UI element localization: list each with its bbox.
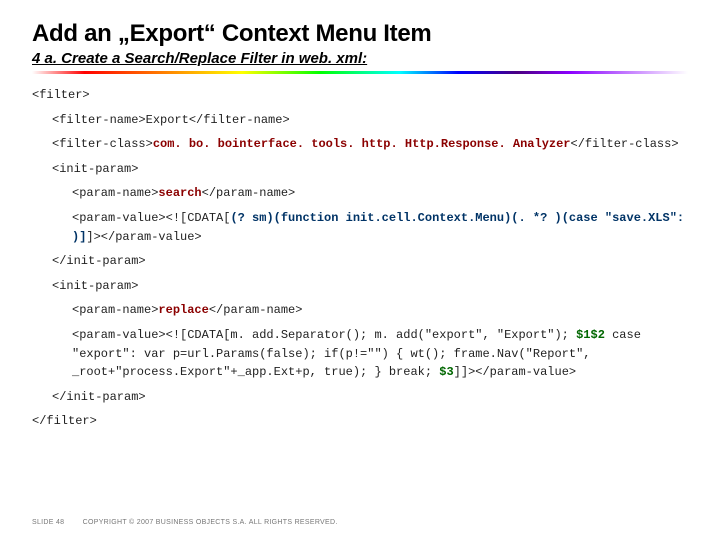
code-class: com. bo. bointerface. tools. http. Http.… bbox=[153, 137, 571, 151]
copyright: COPYRIGHT © 2007 BUSINESS OBJECTS S.A. A… bbox=[83, 519, 338, 526]
code-param: replace bbox=[158, 303, 208, 317]
code-text: <param-name> bbox=[72, 303, 158, 317]
footer: SLIDE 48 COPYRIGHT © 2007 BUSINESS OBJEC… bbox=[32, 519, 338, 526]
code-param: search bbox=[158, 186, 201, 200]
code-var: $1 bbox=[576, 328, 590, 342]
code-line: <init-param> bbox=[52, 277, 688, 296]
code-text: </filter-class> bbox=[571, 137, 679, 151]
code-text: </param-name> bbox=[202, 186, 296, 200]
code-line: <filter> bbox=[32, 86, 688, 105]
code-text: ]]></param-value> bbox=[454, 365, 576, 379]
code-text: <filter-class> bbox=[52, 137, 153, 151]
code-text: <param-value><![CDATA[m. add.Separator()… bbox=[72, 328, 576, 342]
code-line: <filter-name>Export</filter-name> bbox=[52, 111, 688, 130]
code-var: $3 bbox=[439, 365, 453, 379]
slide-title: Add an „Export“ Context Menu Item bbox=[32, 20, 688, 48]
code-text: </param-name> bbox=[209, 303, 303, 317]
slide-subtitle: 4 a. Create a Search/Replace Filter in w… bbox=[32, 50, 688, 67]
code-line: </init-param> bbox=[52, 252, 688, 271]
code-text: <param-value><![CDATA[ bbox=[72, 211, 230, 225]
code-line: </init-param> bbox=[52, 388, 688, 407]
slide-number: SLIDE 48 bbox=[32, 519, 64, 526]
code-text: ]></param-value> bbox=[86, 230, 201, 244]
code-var: $2 bbox=[591, 328, 605, 342]
code-text: <param-name> bbox=[72, 186, 158, 200]
rainbow-divider bbox=[32, 71, 688, 74]
code-line: <init-param> bbox=[52, 160, 688, 179]
code-line: </filter> bbox=[32, 412, 688, 431]
code-block: <filter> <filter-name>Export</filter-nam… bbox=[32, 86, 688, 431]
